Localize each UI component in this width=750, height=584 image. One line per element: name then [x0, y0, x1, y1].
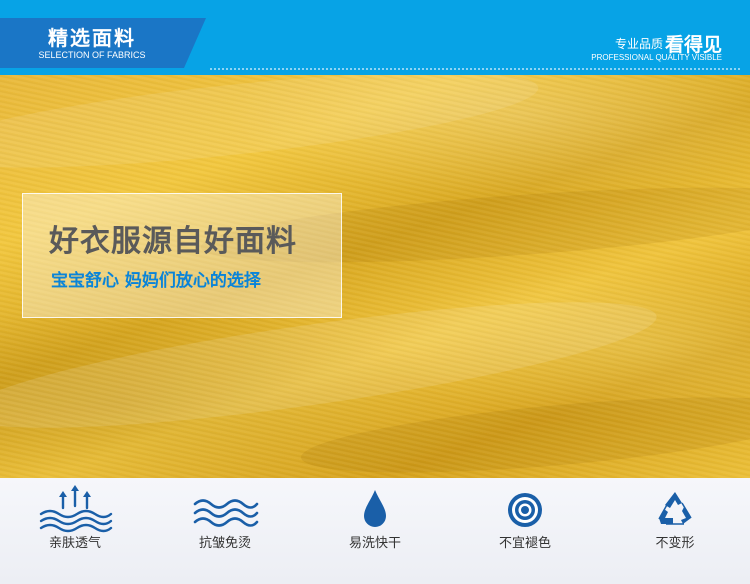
section-tab-tip — [184, 18, 206, 68]
sub-slogan: 宝宝舒心 妈妈们放心的选择 — [51, 271, 261, 291]
target-icon — [508, 493, 542, 527]
section-title: 精选面料 — [48, 26, 136, 50]
feature-label: 易洗快干 — [348, 536, 401, 551]
feature-breathable: 亲肤透气 — [0, 478, 150, 584]
breathable-icon — [39, 485, 113, 533]
feature-colorfast: 不宜褪色 — [450, 478, 600, 584]
dotted-divider — [210, 68, 740, 70]
feature-quick-dry: 易洗快干 — [300, 478, 450, 584]
feature-no-deform: 不变形 — [600, 478, 750, 584]
water-drop-icon — [364, 490, 386, 527]
feature-label: 不变形 — [655, 536, 695, 551]
header-banner: 精选面料 SELECTION OF FABRICS 专业品质 看得见 PROFES… — [0, 0, 750, 75]
quality-slogan-small: 专业品质 — [614, 37, 663, 51]
wave-icon — [193, 499, 259, 527]
slogan-box: 好衣服源自好面料 宝宝舒心 妈妈们放心的选择 — [22, 193, 342, 318]
section-subtitle: SELECTION OF FABRICS — [38, 50, 146, 60]
main-slogan: 好衣服源自好面料 — [49, 224, 297, 259]
feature-bar: 亲肤透气 抗皱免烫 易洗快干 不宜褪色 不变形 — [0, 478, 750, 584]
feature-label: 不宜褪色 — [498, 536, 551, 551]
feature-label: 抗皱免烫 — [198, 536, 251, 551]
feature-wrinkle-free: 抗皱免烫 — [150, 478, 300, 584]
feature-label: 亲肤透气 — [48, 536, 101, 551]
quality-slogan-english: PROFESSIONAL QUALITY VISIBLE — [591, 53, 722, 62]
recycle-icon — [658, 492, 692, 525]
